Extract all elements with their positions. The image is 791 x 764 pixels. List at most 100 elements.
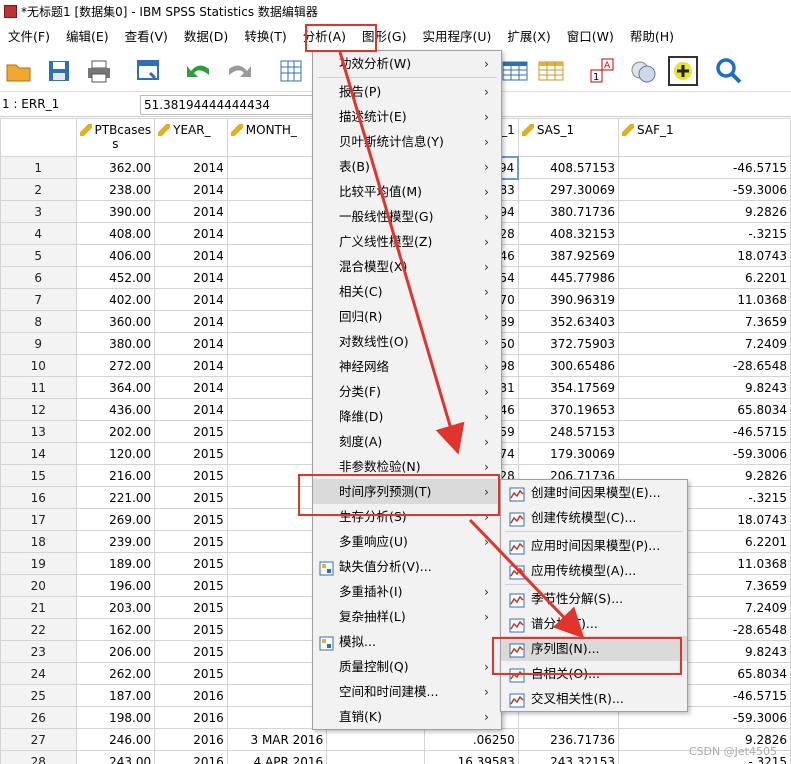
column-header-year[interactable]: YEAR_ [154,118,228,157]
cell-p[interactable]: 203.00 [75,596,156,619]
menu-4[interactable]: 转换(T) [236,25,294,49]
cell-y[interactable]: 2015 [154,596,228,619]
cell-p[interactable]: 243.00 [75,750,156,764]
cell-p[interactable]: 362.00 [75,156,156,179]
cell-f[interactable]: 7.2409 [618,332,791,355]
ts-item[interactable]: 季节性分解(S)... [501,586,687,611]
cell-f[interactable]: 7.3659 [618,310,791,333]
row-number[interactable]: 16 [0,486,77,509]
cell-s[interactable]: 236.71736 [517,728,620,751]
row-number[interactable]: 3 [0,200,77,223]
row-number[interactable]: 27 [0,728,77,751]
cell-s[interactable]: 408.32153 [517,222,620,245]
cell-y[interactable]: 2014 [154,332,228,355]
cell-y[interactable]: 2014 [154,178,228,201]
cell-s[interactable]: 300.65486 [517,354,620,377]
ts-item[interactable]: 应用时间因果模型(P)... [501,533,687,558]
row-number[interactable]: 12 [0,398,77,421]
menu-9[interactable]: 窗口(W) [559,25,622,49]
cell-y[interactable]: 2014 [154,222,228,245]
cell-f[interactable]: 11.0368 [618,288,791,311]
cell-y[interactable]: 2015 [154,508,228,531]
cell-y[interactable]: 2015 [154,640,228,663]
cell-f[interactable]: -59.3006 [618,442,791,465]
cell-f[interactable]: -46.5715 [618,156,791,179]
cell-s[interactable]: 387.92569 [517,244,620,267]
cell-s[interactable]: 179.30069 [517,442,620,465]
row-number[interactable]: 10 [0,354,77,377]
cell-p[interactable]: 187.00 [75,684,156,707]
cell-e[interactable]: 16.39583 [423,750,519,764]
cell-p[interactable]: 206.00 [75,640,156,663]
cell-value-input[interactable]: 51.38194444444434 [140,95,340,115]
cell-date[interactable] [326,728,425,751]
cell-y[interactable]: 2014 [154,200,228,223]
analyze-item[interactable]: 降维(D) › [313,404,501,429]
cell-p[interactable]: 262.00 [75,662,156,685]
cell-f[interactable]: -46.5715 [618,420,791,443]
cell-s[interactable]: 372.75903 [517,332,620,355]
cell-y[interactable]: 2015 [154,486,228,509]
row-number[interactable]: 23 [0,640,77,663]
cell-y[interactable]: 2016 [154,750,228,764]
cell-p[interactable]: 238.00 [75,178,156,201]
column-header-ptbcases[interactable]: PTBcases s [75,118,156,157]
cell-s[interactable]: 354.17569 [517,376,620,399]
analyze-item[interactable]: 报告(P) › [313,79,501,104]
ts-item[interactable]: 谱分析(T)... [501,611,687,636]
cell-p[interactable]: 364.00 [75,376,156,399]
variable-grid-icon[interactable] [536,56,566,86]
cell-f[interactable]: 6.2201 [618,266,791,289]
cell-p[interactable]: 120.00 [75,442,156,465]
cell-y[interactable]: 2014 [154,376,228,399]
cell-s[interactable]: 248.57153 [517,420,620,443]
cell-y[interactable]: 2015 [154,420,228,443]
cell-p[interactable]: 162.00 [75,618,156,641]
cell-f[interactable]: -59.3006 [618,178,791,201]
cell-y[interactable]: 2014 [154,266,228,289]
analyze-item[interactable]: 分类(F) › [313,379,501,404]
cell-s[interactable]: 297.30069 [517,178,620,201]
analyze-item[interactable]: 多重响应(U) › [313,529,501,554]
analyze-item[interactable]: 质量控制(Q) › [313,654,501,679]
cell-p[interactable]: 196.00 [75,574,156,597]
cell-f[interactable]: 9.2826 [618,200,791,223]
show-all-variables-icon[interactable] [668,56,698,86]
cell-p[interactable]: 202.00 [75,420,156,443]
analyze-item[interactable]: 复杂抽样(L) › [313,604,501,629]
analyze-item[interactable]: 混合模型(X) › [313,254,501,279]
cell-f[interactable]: -.3215 [618,222,791,245]
cell-p[interactable]: 408.00 [75,222,156,245]
use-sets-icon[interactable] [628,56,658,86]
row-number[interactable]: 11 [0,376,77,399]
ts-item[interactable]: 创建时间因果模型(E)... [501,480,687,505]
cell-y[interactable]: 2016 [154,684,228,707]
row-number[interactable]: 25 [0,684,77,707]
menu-8[interactable]: 扩展(X) [499,25,558,49]
cell-s[interactable]: 352.63403 [517,310,620,333]
cell-y[interactable]: 2015 [154,552,228,575]
cell-s[interactable]: 408.57153 [517,156,620,179]
analyze-item[interactable]: 神经网络 › [313,354,501,379]
cell-e[interactable]: .06250 [423,728,519,751]
print-icon[interactable] [84,56,114,86]
value-labels-icon[interactable]: 1A [588,56,618,86]
cell-month[interactable]: 3 MAR 2016 [226,728,328,751]
cell-y[interactable]: 2014 [154,288,228,311]
row-number[interactable]: 1 [0,156,77,179]
cell-p[interactable]: 221.00 [75,486,156,509]
analyze-item[interactable]: 回归(R) › [313,304,501,329]
cell-p[interactable]: 246.00 [75,728,156,751]
analyze-item[interactable]: 多重插补(I) › [313,579,501,604]
row-number[interactable]: 2 [0,178,77,201]
cell-p[interactable]: 380.00 [75,332,156,355]
row-number[interactable]: 9 [0,332,77,355]
analyze-item[interactable]: 贝叶斯统计信息(Y) › [313,129,501,154]
ts-item[interactable]: 应用传统模型(A)... [501,558,687,583]
cell-y[interactable]: 2015 [154,618,228,641]
cell-s[interactable]: 445.77986 [517,266,620,289]
redo-icon[interactable] [224,56,254,86]
row-number[interactable]: 21 [0,596,77,619]
cell-p[interactable]: 272.00 [75,354,156,377]
cell-month[interactable]: 4 APR 2016 [226,750,328,764]
